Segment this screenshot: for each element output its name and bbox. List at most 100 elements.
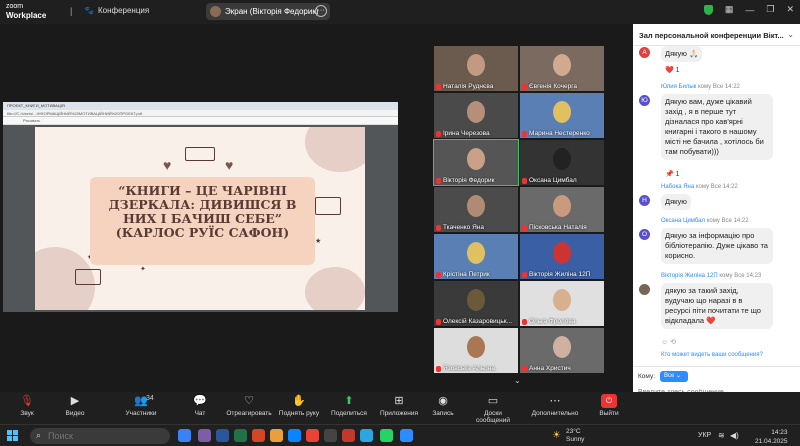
participant-tile[interactable]: Оксана Цимбал <box>520 140 604 185</box>
decor-blob <box>305 127 365 172</box>
taskbar-search-input[interactable] <box>30 428 170 444</box>
mic-muted-icon <box>436 177 441 184</box>
to-label: Кому: <box>638 373 655 380</box>
participant-name: Оксана Цимбал <box>522 177 577 184</box>
decor-blob <box>305 267 365 310</box>
wifi-icon[interactable]: ≋ <box>718 431 725 440</box>
windows-start-icon[interactable] <box>7 430 18 441</box>
app-icon[interactable] <box>198 429 211 442</box>
participant-tile[interactable]: Марина Нестеренко <box>520 93 604 138</box>
record-button[interactable]: ◉ Запись <box>418 394 468 417</box>
participant-tile[interactable]: Пісковська Наталія <box>520 187 604 232</box>
word-icon[interactable] <box>216 429 229 442</box>
app-icon[interactable] <box>324 429 337 442</box>
mic-muted-icon <box>522 130 527 137</box>
app-icon[interactable] <box>342 429 355 442</box>
chat-button[interactable]: 💬 Чат <box>175 394 225 417</box>
participant-tile[interactable]: Язовська Альона <box>434 328 518 373</box>
zoom-icon[interactable] <box>400 429 413 442</box>
share-button[interactable]: ⬆ Поделиться <box>324 394 374 417</box>
search-icon: ⌕ <box>36 430 42 440</box>
screen-share-pill[interactable]: Экран (Вікторія Федорик) ··· <box>206 3 330 20</box>
excel-icon[interactable] <box>234 429 247 442</box>
message-bubble[interactable]: Дякую вам, дуже цікавий захід , я в перш… <box>661 94 773 160</box>
audio-button[interactable]: 🎙 Звук <box>2 394 52 417</box>
heart-icon: ♡ <box>244 395 254 407</box>
message-reaction[interactable]: ❤️ 1 <box>665 66 680 74</box>
view-icon[interactable]: ▦ <box>725 4 734 15</box>
message-bubble[interactable]: дякую за такий захід, вудучаю що наразі … <box>661 283 773 329</box>
participant-name: Пісковська Наталія <box>522 224 587 231</box>
chrome-icon[interactable] <box>306 429 319 442</box>
restore-icon[interactable]: ❐ <box>766 4 774 15</box>
volume-icon[interactable]: ◀) <box>730 431 739 440</box>
chevron-down-icon[interactable]: ⌄ <box>787 30 794 39</box>
message-bubble[interactable]: Дякую <box>661 194 691 210</box>
shield-icon[interactable] <box>703 4 713 15</box>
message-bubble[interactable]: Дякую за інформацію про бібліотерапію. Д… <box>661 228 773 264</box>
slide-quote: “КНИГИ – ЦЕ ЧАРІВНІ ДЗЕРКАЛА: ДИВИШСЯ В … <box>108 183 297 240</box>
recipient-select[interactable]: Все ⌄ <box>660 371 688 382</box>
shared-screen: ПРОЄКТ_КНИГИ_МОТИВАЦІЯ file:///C:/Users/… <box>3 102 398 312</box>
more-icon[interactable]: ··· <box>315 5 327 17</box>
browser-tab-bar: ПРОЄКТ_КНИГИ_МОТИВАЦІЯ <box>3 102 398 110</box>
apps-button[interactable]: ⊞ Приложения <box>374 394 424 417</box>
chat-icon: 💬 <box>193 395 207 407</box>
participant-video <box>553 242 571 264</box>
reaction-icon[interactable]: ☺ <box>661 339 668 346</box>
telegram-icon[interactable] <box>360 429 373 442</box>
reply-icon[interactable]: ⟲ <box>670 339 676 346</box>
powerpoint-icon[interactable] <box>252 429 265 442</box>
participant-name: Наталія Руднєва <box>436 83 493 90</box>
message-meta: Юлия Билык кому Все 14:22 <box>661 84 740 90</box>
participant-tile[interactable]: Вікторія Жиліна 12П <box>520 234 604 279</box>
sender-avatar[interactable]: А <box>639 47 650 58</box>
close-icon[interactable]: ✕ <box>786 4 794 15</box>
raise-hand-button[interactable]: ✋ Поднять руку <box>274 394 324 417</box>
participant-tile[interactable]: Ірина Черезова <box>434 93 518 138</box>
participant-tile[interactable]: Олексій Казаровицьк... <box>434 281 518 326</box>
participant-tile[interactable]: Анна Христич <box>520 328 604 373</box>
minimize-icon[interactable]: — <box>745 5 754 15</box>
mic-muted-icon <box>436 365 441 372</box>
open-book-icon <box>75 269 101 285</box>
participant-video <box>467 195 485 217</box>
participant-name: Євгенія Кочерга <box>522 83 577 90</box>
participant-tile[interactable]: Наталія Руднєва <box>434 46 518 91</box>
folder-icon[interactable] <box>270 429 283 442</box>
message-reaction[interactable]: 📌 1 <box>665 170 680 178</box>
app-icon[interactable] <box>178 429 191 442</box>
clock[interactable]: 14:23 21.04.2025 <box>755 428 788 446</box>
participant-tile[interactable]: Крістіна Петрик <box>434 234 518 279</box>
more-icon: ⋯ <box>549 395 561 407</box>
participants-button[interactable]: 👥 34 Участники <box>116 394 166 417</box>
whatsapp-icon[interactable] <box>380 429 393 442</box>
participant-video <box>553 54 571 76</box>
language-indicator[interactable]: УКР <box>698 432 711 439</box>
edge-icon[interactable] <box>288 429 301 442</box>
whiteboards-button[interactable]: ▭ Доски сообщений <box>468 394 518 424</box>
chevron-down-icon[interactable]: ⌄ <box>514 376 521 385</box>
message-bubble[interactable]: Дякую 🙏🏻 <box>661 46 703 62</box>
zoom-logo: zoom Workplace <box>6 3 47 20</box>
participant-tile[interactable]: Вікторія Федорик <box>433 139 519 186</box>
participant-tile[interactable]: Ткаченко Яна <box>434 187 518 232</box>
sender-avatar[interactable]: Ю <box>639 95 650 106</box>
react-button[interactable]: ♡ Отреагировать <box>224 394 274 417</box>
more-button[interactable]: ⋯ Дополнительно <box>530 394 580 417</box>
exit-button[interactable]: ⏻ Выйти <box>584 394 634 417</box>
chat-message: Ю Юлия Билык кому Все 14:22 Дякую вам, дуж… <box>639 84 794 178</box>
conference-menu[interactable]: 🐾 Конференция <box>84 6 149 15</box>
sender-avatar[interactable]: О <box>639 229 650 240</box>
who-can-see-link[interactable]: Кто может видеть ваши сообщения? <box>661 352 763 358</box>
participant-video <box>467 242 485 264</box>
sender-avatar[interactable] <box>639 284 650 295</box>
sender-avatar[interactable]: Н <box>639 195 650 206</box>
participant-video <box>553 289 571 311</box>
participant-video <box>467 54 485 76</box>
video-button[interactable]: ▶ Видео <box>50 394 100 417</box>
participant-tile[interactable]: Ольга Фролова <box>520 281 604 326</box>
mic-muted-icon <box>436 130 441 137</box>
weather-widget[interactable]: 23°C Sunny <box>566 428 584 444</box>
participant-tile[interactable]: Євгенія Кочерга <box>520 46 604 91</box>
